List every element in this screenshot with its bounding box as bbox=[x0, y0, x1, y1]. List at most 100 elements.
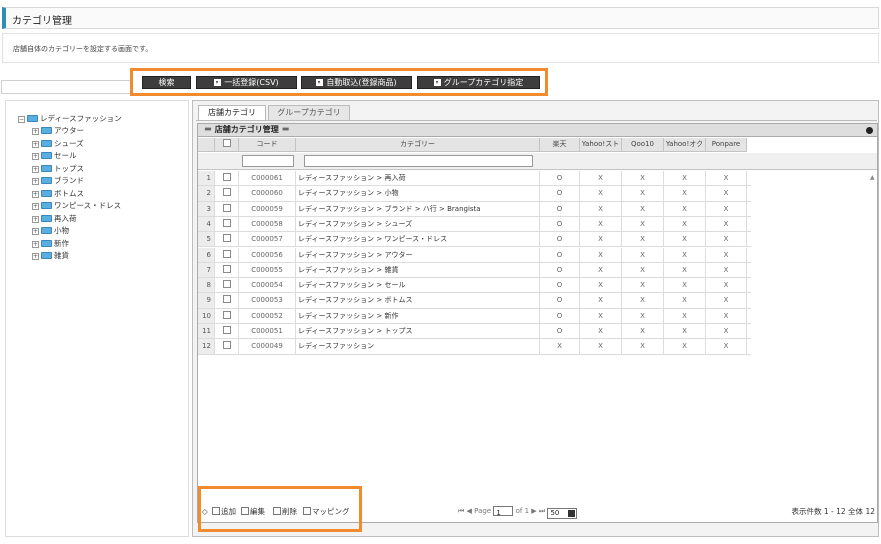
auto-import-button[interactable]: 自動取込(登録商品) bbox=[301, 76, 412, 89]
row-checkbox-cell[interactable] bbox=[215, 186, 239, 201]
table-row[interactable]: 7 C000055 レディースファッション > 雑貨 O X X X X bbox=[198, 262, 751, 279]
collapse-icon[interactable]: − bbox=[18, 116, 25, 123]
category-cell: レディースファッション bbox=[296, 339, 540, 354]
expand-icon[interactable]: + bbox=[32, 128, 39, 135]
col-select-all[interactable] bbox=[215, 138, 239, 152]
prev-page-icon[interactable]: ◀ bbox=[467, 507, 472, 515]
row-checkbox-cell[interactable] bbox=[215, 278, 239, 293]
col-category[interactable]: カテゴリー bbox=[296, 138, 540, 152]
tab-group-category[interactable]: グループカテゴリ bbox=[268, 105, 350, 120]
col-rakuten[interactable]: 楽天 bbox=[540, 138, 580, 152]
col-ponpare[interactable]: Ponpare bbox=[706, 138, 747, 152]
row-checkbox-cell[interactable] bbox=[215, 262, 239, 278]
page-description: 店舗自体のカテゴリーを設定する画面です。 bbox=[13, 45, 153, 53]
row-checkbox[interactable] bbox=[222, 188, 231, 197]
row-checkbox[interactable] bbox=[222, 234, 231, 243]
tree-item[interactable]: + 新作 bbox=[32, 238, 69, 249]
tree-item[interactable]: + 小物 bbox=[32, 225, 69, 236]
table-row[interactable]: 11 C000051 レディースファッション > トップス O X X X X bbox=[198, 324, 751, 340]
row-checkbox-cell[interactable] bbox=[215, 232, 239, 247]
expand-icon[interactable]: + bbox=[32, 140, 39, 148]
table-row[interactable]: 10 C000052 レディースファッション > 新作 O X X X X bbox=[198, 308, 751, 324]
table-row[interactable]: 2 C000060 レディースファッション > 小物 O X X X X bbox=[198, 186, 751, 202]
row-checkbox[interactable] bbox=[222, 173, 231, 181]
table-row[interactable]: 6 C000056 レディースファッション > アウター O X X X X bbox=[198, 247, 751, 263]
tab-label: グループカテゴリ bbox=[277, 108, 341, 117]
row-checkbox-cell[interactable] bbox=[215, 339, 239, 354]
row-number: 7 bbox=[198, 262, 215, 278]
tree-item-label: アウター bbox=[54, 126, 84, 135]
row-checkbox[interactable] bbox=[222, 203, 231, 212]
tree-item[interactable]: + シューズ bbox=[32, 138, 84, 149]
expand-icon[interactable]: + bbox=[32, 203, 39, 210]
row-checkbox-cell[interactable] bbox=[215, 216, 239, 232]
expand-icon[interactable]: + bbox=[32, 190, 39, 198]
tree-item[interactable]: + ボトムス bbox=[32, 188, 84, 199]
group-category-button[interactable]: グループカテゴリ指定 bbox=[417, 76, 540, 89]
tree-item[interactable]: + ワンピース・ドレス bbox=[32, 200, 121, 211]
row-checkbox-cell[interactable] bbox=[215, 171, 239, 186]
row-checkbox-cell[interactable] bbox=[215, 247, 239, 262]
tree-item[interactable]: + 再入荷 bbox=[32, 213, 77, 224]
tree-root[interactable]: − レディースファッション bbox=[18, 113, 122, 124]
expand-icon[interactable]: + bbox=[32, 215, 39, 223]
row-checkbox[interactable] bbox=[222, 264, 231, 273]
search-button[interactable]: 検索 bbox=[142, 76, 191, 89]
tree-item[interactable]: + トップス bbox=[32, 163, 84, 174]
delete-label: 削除 bbox=[282, 507, 297, 516]
table-row[interactable]: 9 C000053 レディースファッション > ボトムス O X X X X bbox=[198, 293, 751, 309]
row-checkbox-cell[interactable] bbox=[215, 324, 239, 339]
table-row[interactable]: 3 C000059 レディースファッション > ブランド > ハ行 > Brangi… bbox=[198, 201, 751, 217]
page-size-select[interactable]: 50 bbox=[547, 508, 578, 519]
table-row[interactable]: 4 C000058 レディースファッション > シューズ O X X X X bbox=[198, 216, 751, 233]
row-checkbox-cell[interactable] bbox=[215, 293, 239, 308]
mapping-icon bbox=[303, 507, 311, 515]
expand-icon[interactable]: + bbox=[32, 253, 39, 260]
row-checkbox[interactable] bbox=[222, 341, 231, 350]
row-checkbox[interactable] bbox=[222, 218, 231, 227]
add-button[interactable]: 追加 bbox=[212, 506, 236, 517]
col-yahoo-store[interactable]: Yahoo!スト bbox=[580, 138, 622, 152]
tree-item[interactable]: + ブランド bbox=[32, 175, 84, 186]
scroll-up-icon[interactable]: ▲ bbox=[870, 174, 875, 181]
mapping-button[interactable]: マッピング bbox=[303, 506, 350, 517]
category-filter-input[interactable] bbox=[304, 155, 533, 167]
delete-button[interactable]: 削除 bbox=[273, 506, 297, 517]
table-row[interactable]: 8 C000054 レディースファッション > セール O X X X X bbox=[198, 278, 751, 294]
row-checkbox-cell[interactable] bbox=[215, 201, 239, 216]
expand-icon[interactable]: + bbox=[32, 240, 39, 248]
refresh-icon[interactable]: ◇ bbox=[202, 506, 208, 517]
collapse-grid-icon[interactable] bbox=[866, 127, 873, 134]
last-page-icon[interactable]: ⏭ bbox=[539, 507, 545, 515]
yahoo-auction-cell: X bbox=[664, 232, 706, 247]
table-row[interactable]: 5 C000057 レディースファッション > ワンピース・ドレス O X X X X bbox=[198, 232, 751, 248]
table-row[interactable]: 1 C000061 レディースファッション > 再入荷 O X X X X bbox=[198, 171, 751, 187]
col-code[interactable]: コード bbox=[239, 138, 296, 152]
expand-icon[interactable]: + bbox=[32, 178, 39, 185]
select-all-checkbox[interactable] bbox=[222, 139, 231, 147]
row-checkbox[interactable] bbox=[222, 280, 231, 289]
tree-item[interactable]: + 雑貨 bbox=[32, 250, 69, 261]
tab-store-category[interactable]: 店舗カテゴリ bbox=[198, 105, 266, 120]
row-checkbox-cell[interactable] bbox=[215, 308, 239, 323]
bulk-register-csv-button[interactable]: 一括登録(CSV) bbox=[196, 76, 297, 89]
col-yahoo-auction[interactable]: Yahoo!オク bbox=[664, 138, 706, 152]
row-checkbox[interactable] bbox=[222, 326, 231, 334]
code-filter-input[interactable] bbox=[242, 155, 294, 167]
page-number-input[interactable]: 1 bbox=[493, 506, 514, 517]
row-checkbox[interactable] bbox=[222, 310, 231, 319]
row-checkbox[interactable] bbox=[222, 295, 231, 304]
row-checkbox[interactable] bbox=[222, 249, 231, 258]
expand-icon[interactable]: + bbox=[32, 165, 39, 173]
yahoo-store-cell: X bbox=[580, 262, 622, 278]
col-qoo10[interactable]: Qoo10 bbox=[622, 138, 664, 152]
folder-icon bbox=[41, 177, 52, 184]
tree-item[interactable]: + セール bbox=[32, 150, 77, 161]
first-page-icon[interactable]: ⏮ bbox=[458, 507, 464, 515]
expand-icon[interactable]: + bbox=[32, 153, 39, 160]
table-row[interactable]: 12 C000049 レディースファッション X X X X X bbox=[198, 339, 751, 355]
expand-icon[interactable]: + bbox=[32, 228, 39, 235]
tree-item[interactable]: + アウター bbox=[32, 125, 84, 136]
edit-button[interactable]: 編集 bbox=[241, 506, 265, 517]
next-page-icon[interactable]: ▶ bbox=[531, 507, 536, 515]
